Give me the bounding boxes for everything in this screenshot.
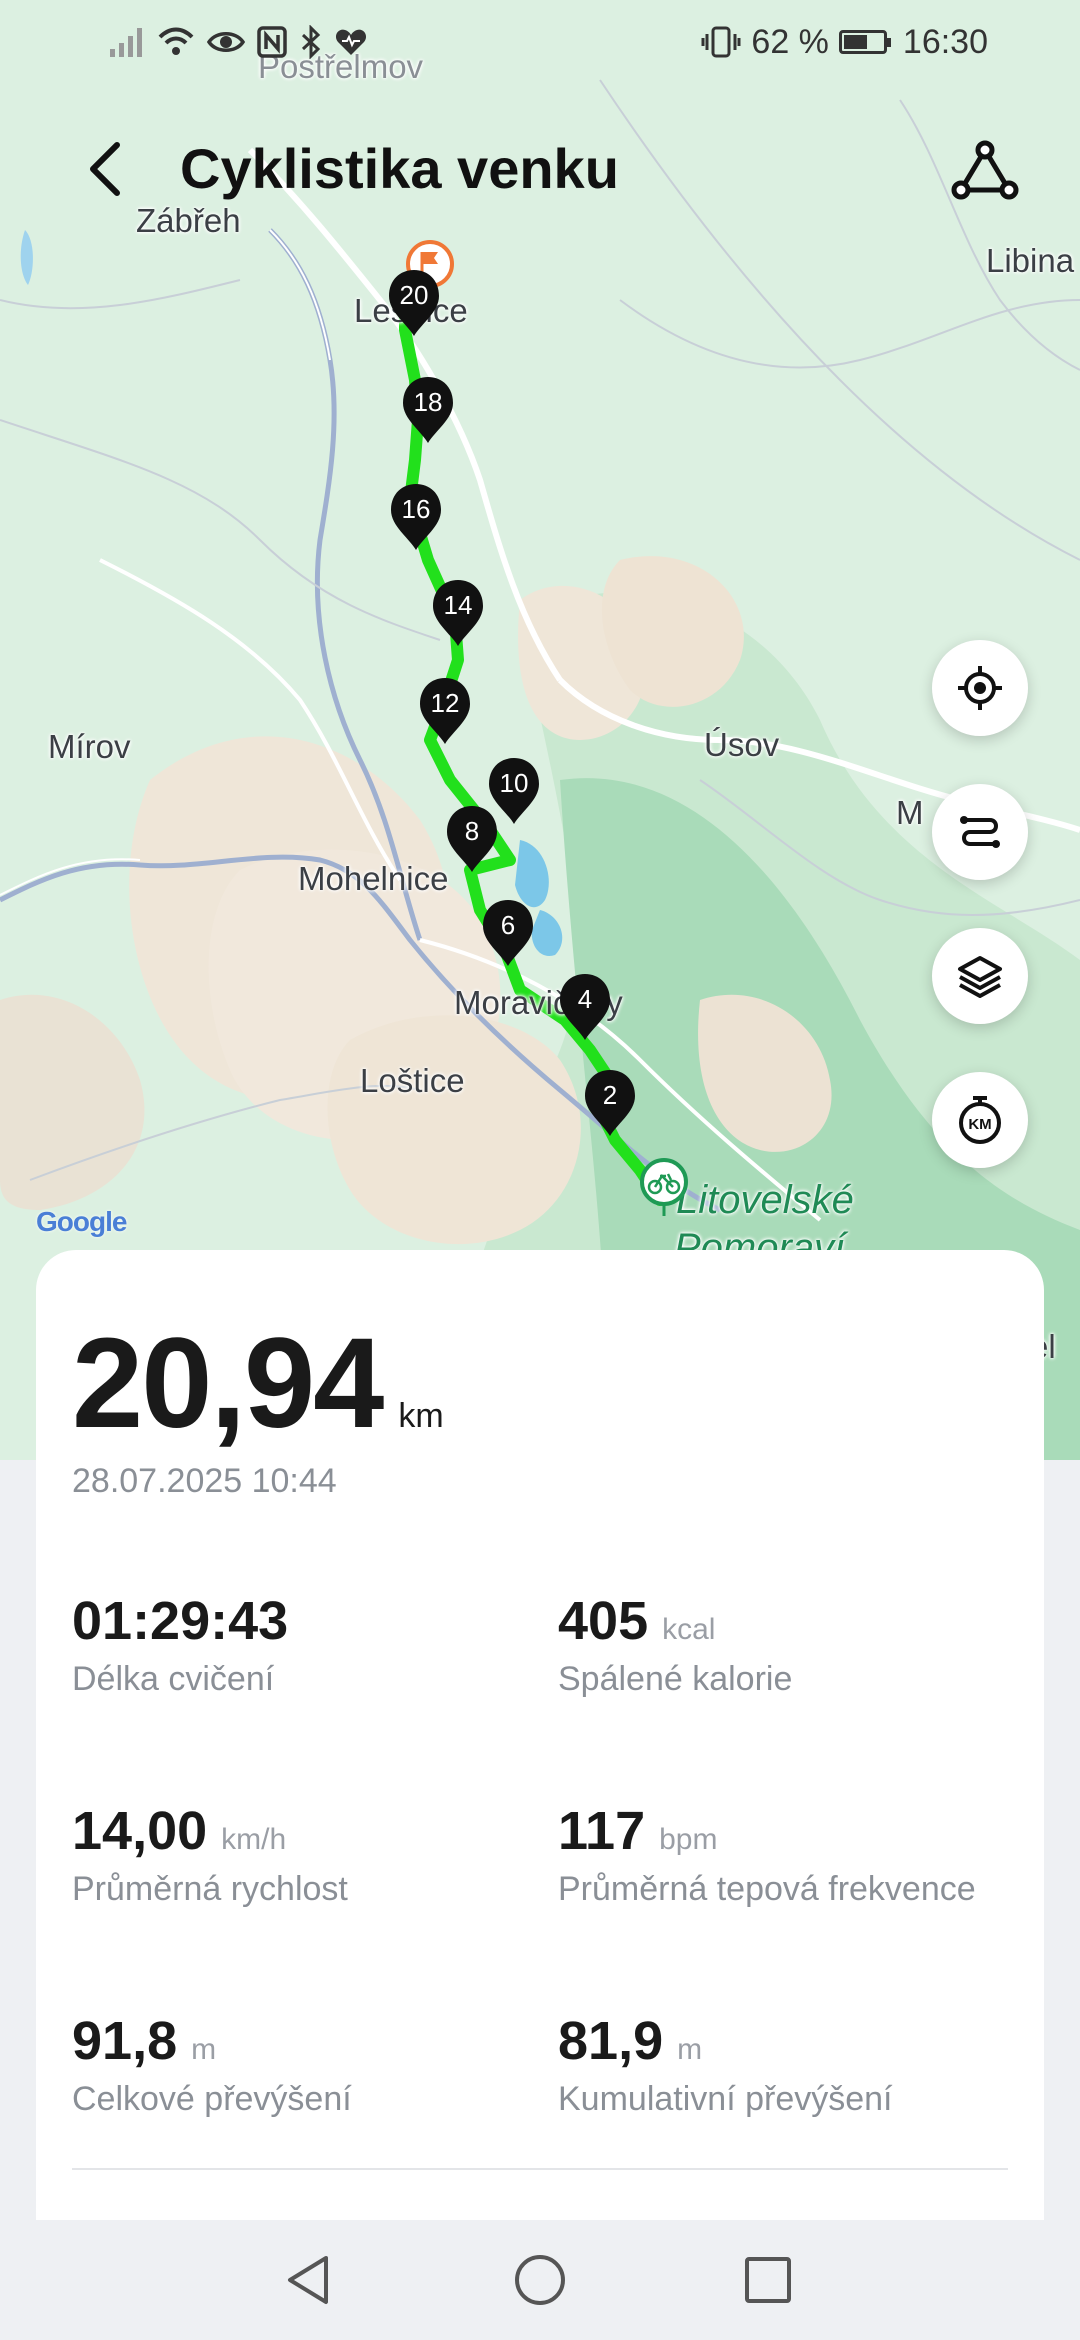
km-marker-label: 10	[500, 768, 529, 798]
stat-label: Průměrná rychlost	[72, 1870, 348, 1908]
stopwatch-km-icon: KM	[959, 1096, 1001, 1144]
map-layers-button[interactable]	[932, 928, 1028, 1024]
wifi-icon	[158, 27, 194, 55]
stat-unit: km/h	[221, 1823, 287, 1856]
signal-icon	[110, 28, 142, 57]
bluetooth-icon	[301, 25, 321, 59]
place-label: Litovelské	[676, 1178, 854, 1222]
stat-avg-speed: 14,00 km/h Průměrná rychlost	[72, 1800, 542, 1909]
km-icon-text: KM	[968, 1116, 991, 1133]
stat-label: Spálené kalorie	[558, 1660, 793, 1698]
place-label: Libina	[986, 242, 1075, 279]
stat-unit: bpm	[659, 1823, 718, 1856]
stat-duration: 01:29:43 Délka cvičení	[72, 1590, 542, 1699]
status-icons-right: 62 % 16:30	[701, 20, 988, 64]
stat-value: 117	[558, 1801, 646, 1861]
stat-cumulative-elevation: 81,9 m Kumulativní převýšení	[558, 2010, 1028, 2119]
stat-unit: m	[677, 2033, 703, 2066]
nav-back-button[interactable]	[268, 2240, 348, 2320]
workout-date: 28.07.2025 10:44	[72, 1462, 337, 1500]
stat-value: 91,8	[72, 2011, 178, 2071]
clock: 16:30	[902, 22, 988, 61]
stat-calories: 405 kcal Spálené kalorie	[558, 1590, 1028, 1699]
km-marker-label: 14	[444, 590, 473, 620]
status-bar: 62 % 16:30	[0, 0, 1080, 84]
app-header: Cyklistika venku	[0, 120, 1080, 220]
bike-start-icon	[640, 1158, 688, 1216]
km-marker-label: 8	[465, 816, 479, 846]
stat-value: 81,9	[558, 2011, 664, 2071]
locate-button[interactable]	[932, 640, 1028, 736]
place-label: Mírov	[48, 728, 131, 765]
km-marker-label: 6	[501, 910, 515, 940]
stat-value: 01:29:43	[72, 1591, 289, 1651]
km-marker-label: 18	[414, 387, 443, 417]
km-marker: 10	[489, 758, 539, 824]
km-marker-label: 16	[402, 494, 431, 524]
route-share-icon	[951, 140, 1019, 200]
screen: Postřelmov Zábřeh Libina Lesnice Mírov Ú…	[0, 0, 1080, 2340]
stat-total-elevation: 91,8 m Celkové převýšení	[72, 2010, 542, 2119]
distance-unit: km	[398, 1397, 444, 1435]
page-title: Cyklistika venku	[180, 137, 619, 200]
route-icon	[960, 816, 1000, 848]
layers-icon	[958, 956, 1002, 998]
recents-nav-icon	[745, 2257, 791, 2303]
route-toggle-button[interactable]	[932, 784, 1028, 880]
nav-recents-button[interactable]	[728, 2240, 808, 2320]
km-marker-label: 4	[578, 984, 592, 1014]
battery-level	[843, 35, 868, 49]
distance-row: 20,94 km	[72, 1310, 444, 1457]
place-label: Úsov	[704, 726, 780, 763]
km-marker: 4	[560, 974, 610, 1040]
status-icons-left	[108, 20, 368, 64]
back-nav-icon	[288, 2256, 328, 2304]
stat-label: Délka cvičení	[72, 1660, 275, 1698]
km-marker: 2	[585, 1070, 635, 1136]
workout-summary-card: 20,94 km 28.07.2025 10:44 01:29:43 Délka…	[36, 1250, 1044, 2300]
stat-unit: kcal	[662, 1613, 716, 1646]
battery-icon	[838, 30, 891, 54]
km-marker: 14	[433, 580, 483, 646]
system-navigation-bar	[0, 2220, 1080, 2340]
stat-unit: m	[191, 2033, 217, 2066]
km-marker-label: 12	[431, 688, 460, 718]
stat-label: Kumulativní převýšení	[558, 2080, 893, 2118]
route-share-button[interactable]	[948, 134, 1022, 208]
stat-label: Průměrná tepová frekvence	[558, 1870, 976, 1908]
place-label: Mohelnice	[298, 860, 449, 897]
home-nav-icon	[515, 2255, 565, 2305]
km-marker: 12	[420, 678, 470, 744]
stat-value: 14,00	[72, 1801, 208, 1861]
heart-icon	[335, 29, 367, 55]
back-button[interactable]	[70, 134, 140, 204]
place-label: Loštice	[360, 1062, 465, 1099]
battery-percent: 62 %	[751, 22, 829, 61]
vibrate-icon	[701, 26, 741, 58]
km-marker-label: 2	[603, 1080, 617, 1110]
target-icon	[958, 666, 1002, 710]
km-marker: 18	[403, 377, 453, 443]
nfc-icon	[257, 26, 287, 58]
km-marker: 16	[391, 484, 441, 550]
km-marker: 20	[389, 270, 439, 336]
back-arrow-icon	[90, 142, 120, 196]
eye-icon	[206, 32, 246, 52]
km-marker: 6	[483, 900, 533, 966]
nav-home-button[interactable]	[500, 2240, 580, 2320]
total-distance: 20,94	[72, 1312, 384, 1455]
stat-value: 405	[558, 1591, 649, 1651]
stat-avg-heart-rate: 117 bpm Průměrná tepová frekvence	[558, 1800, 1028, 1909]
km-marker-label: 20	[400, 280, 429, 310]
km-pace-button[interactable]: KM	[932, 1072, 1028, 1168]
place-label: M	[896, 794, 924, 831]
google-logo-text: Google	[36, 1206, 127, 1237]
card-divider	[72, 2168, 1008, 2170]
stat-label: Celkové převýšení	[72, 2080, 352, 2118]
google-attribution: Google	[36, 1206, 127, 1238]
